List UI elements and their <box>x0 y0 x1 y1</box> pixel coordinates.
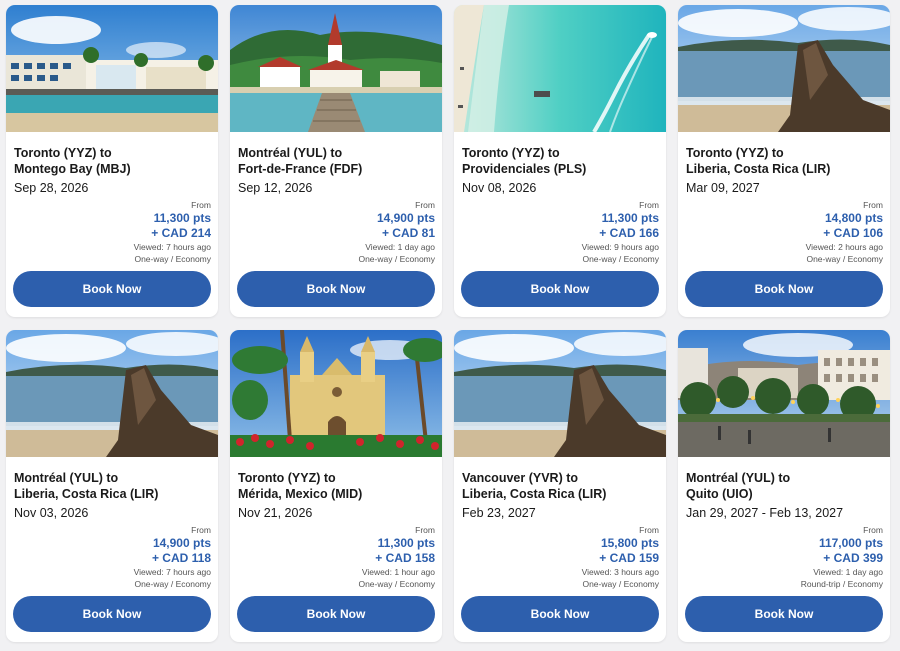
travel-date: Nov 21, 2026 <box>238 506 313 520</box>
price-block: From 11,300 pts + CAD 166 Viewed: 9 hour… <box>582 200 659 265</box>
book-now-button[interactable]: Book Now <box>237 271 435 307</box>
from-label: From <box>863 200 883 210</box>
trip-type: One-way / Economy <box>134 579 211 589</box>
price-block: From 11,300 pts + CAD 214 Viewed: 7 hour… <box>134 200 211 265</box>
book-now-button[interactable]: Book Now <box>461 596 659 632</box>
points-price: 14,900 pts <box>152 536 211 550</box>
points-price: 14,900 pts <box>376 211 435 225</box>
points-price: 15,800 pts <box>600 536 659 550</box>
destination-photo-providenciales <box>454 5 666 132</box>
deal-card[interactable]: Montréal (YUL) to Quito (UIO) Jan 29, 20… <box>678 330 890 642</box>
cash-price: + CAD 118 <box>151 551 211 565</box>
trip-type: One-way / Economy <box>806 254 883 264</box>
cash-price: + CAD 214 <box>151 226 211 240</box>
book-now-button[interactable]: Book Now <box>13 271 211 307</box>
route-title: Montréal (YUL) to Fort-de-France (FDF) <box>238 146 363 176</box>
travel-date: Jan 29, 2027 - Feb 13, 2027 <box>686 506 844 520</box>
points-price: 11,300 pts <box>601 211 659 225</box>
viewed-time: Viewed: 3 hours ago <box>581 567 659 577</box>
route-title: Toronto (YYZ) to Liberia, Costa Rica (LI… <box>686 146 831 176</box>
route-title: Vancouver (YVR) to Liberia, Costa Rica (… <box>462 471 607 501</box>
price-block: From 117,000 pts + CAD 399 Viewed: 1 day… <box>801 525 883 590</box>
travel-date: Mar 09, 2027 <box>686 181 760 195</box>
deal-card[interactable]: Montréal (YUL) to Fort-de-France (FDF) S… <box>230 5 442 317</box>
book-now-button[interactable]: Book Now <box>13 596 211 632</box>
trip-type: One-way / Economy <box>358 579 435 589</box>
travel-date: Sep 12, 2026 <box>238 181 313 195</box>
points-price: 117,000 pts <box>818 536 883 550</box>
viewed-time: Viewed: 7 hours ago <box>133 567 211 577</box>
book-now-button[interactable]: Book Now <box>461 271 659 307</box>
book-now-button[interactable]: Book Now <box>237 596 435 632</box>
deals-grid: Toronto (YYZ) to Montego Bay (MBJ) Sep 2… <box>6 5 892 642</box>
viewed-time: Viewed: 1 hour ago <box>361 567 435 577</box>
destination-photo-liberia <box>678 5 890 132</box>
points-price: 11,300 pts <box>377 536 435 550</box>
price-block: From 11,300 pts + CAD 158 Viewed: 1 hour… <box>358 525 435 590</box>
points-price: 14,800 pts <box>824 211 883 225</box>
viewed-time: Viewed: 1 day ago <box>813 567 883 577</box>
cash-price: + CAD 166 <box>599 226 659 240</box>
destination-photo-liberia <box>454 330 666 457</box>
price-block: From 14,900 pts + CAD 81 Viewed: 1 day a… <box>358 200 435 265</box>
from-label: From <box>415 525 435 535</box>
travel-date: Sep 28, 2026 <box>14 181 89 195</box>
viewed-time: Viewed: 1 day ago <box>365 242 435 252</box>
from-label: From <box>639 525 659 535</box>
trip-type: One-way / Economy <box>134 254 211 264</box>
route-title: Montréal (YUL) to Quito (UIO) <box>686 471 791 501</box>
deal-card[interactable]: Toronto (YYZ) to Liberia, Costa Rica (LI… <box>678 5 890 317</box>
price-block: From 14,900 pts + CAD 118 Viewed: 7 hour… <box>134 525 211 590</box>
route-title: Toronto (YYZ) to Providenciales (PLS) <box>462 146 587 176</box>
route-title: Montréal (YUL) to Liberia, Costa Rica (L… <box>14 471 159 501</box>
trip-type: Round-trip / Economy <box>800 579 883 589</box>
from-label: From <box>191 525 211 535</box>
trip-type: One-way / Economy <box>358 254 435 264</box>
from-label: From <box>415 200 435 210</box>
points-price: 11,300 pts <box>153 211 211 225</box>
cash-price: + CAD 106 <box>823 226 883 240</box>
price-block: From 14,800 pts + CAD 106 Viewed: 2 hour… <box>806 200 883 265</box>
from-label: From <box>191 200 211 210</box>
price-block: From 15,800 pts + CAD 159 Viewed: 3 hour… <box>582 525 659 590</box>
destination-photo-montego-bay <box>6 5 218 132</box>
deal-card[interactable]: Toronto (YYZ) to Providenciales (PLS) No… <box>454 5 666 317</box>
from-label: From <box>639 200 659 210</box>
deal-card[interactable]: Montréal (YUL) to Liberia, Costa Rica (L… <box>6 330 218 642</box>
route-title: Toronto (YYZ) to Mérida, Mexico (MID) <box>238 471 363 501</box>
trip-type: One-way / Economy <box>582 579 659 589</box>
travel-date: Nov 03, 2026 <box>14 506 89 520</box>
from-label: From <box>863 525 883 535</box>
deal-card[interactable]: Vancouver (YVR) to Liberia, Costa Rica (… <box>454 330 666 642</box>
destination-photo-merida <box>230 330 442 457</box>
destination-photo-quito <box>678 330 890 457</box>
book-now-button[interactable]: Book Now <box>685 596 883 632</box>
viewed-time: Viewed: 2 hours ago <box>805 242 883 252</box>
destination-photo-liberia <box>6 330 218 457</box>
cash-price: + CAD 399 <box>823 551 883 565</box>
trip-type: One-way / Economy <box>582 254 659 264</box>
viewed-time: Viewed: 7 hours ago <box>133 242 211 252</box>
deal-card[interactable]: Toronto (YYZ) to Mérida, Mexico (MID) No… <box>230 330 442 642</box>
destination-photo-fort-de-france <box>230 5 442 132</box>
viewed-time: Viewed: 9 hours ago <box>581 242 659 252</box>
book-now-button[interactable]: Book Now <box>685 271 883 307</box>
travel-date: Nov 08, 2026 <box>462 181 537 195</box>
travel-date: Feb 23, 2027 <box>462 506 536 520</box>
route-title: Toronto (YYZ) to Montego Bay (MBJ) <box>14 146 131 176</box>
deal-card[interactable]: Toronto (YYZ) to Montego Bay (MBJ) Sep 2… <box>6 5 218 317</box>
cash-price: + CAD 81 <box>381 226 435 240</box>
cash-price: + CAD 158 <box>375 551 435 565</box>
cash-price: + CAD 159 <box>599 551 659 565</box>
